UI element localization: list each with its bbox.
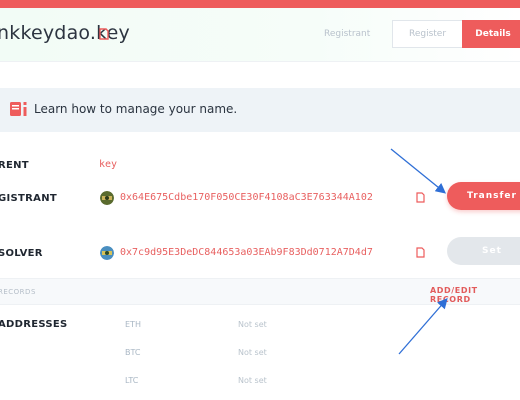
coin-value: Not set	[238, 320, 267, 329]
coin-value: Not set	[238, 348, 267, 357]
registrant-label: GISTRANT	[0, 193, 57, 204]
copy-icon[interactable]	[416, 192, 425, 203]
arrow-annotation	[390, 148, 447, 194]
transfer-button[interactable]: Transfer	[447, 182, 520, 210]
parent-value[interactable]: key	[99, 159, 117, 170]
coin-symbol: ETH	[125, 320, 141, 329]
set-button[interactable]: Set	[447, 237, 520, 265]
tab-details[interactable]: Details	[462, 20, 520, 48]
resolver-address[interactable]: 0x7c9d95E3DeDC844653a03EAb9F83Dd0712A7D4…	[120, 247, 373, 258]
addresses-label: ADDRESSES	[0, 319, 68, 330]
arrow-annotation	[398, 298, 448, 355]
copy-icon[interactable]	[416, 247, 425, 258]
coin-symbol: LTC	[125, 376, 139, 385]
tab-registrant[interactable]: Registrant	[324, 29, 370, 39]
avatar-icon	[100, 191, 114, 205]
tab-register[interactable]: Register	[392, 20, 463, 48]
coin-symbol: BTC	[125, 348, 141, 357]
resolver-label: SOLVER	[0, 248, 43, 259]
parent-label: RENT	[0, 160, 29, 171]
learn-link-text[interactable]: Learn how to manage your name.	[34, 102, 237, 116]
copy-icon[interactable]	[99, 28, 109, 40]
avatar-icon	[100, 246, 114, 260]
records-label: RECORDS	[0, 288, 36, 296]
book-icon	[10, 102, 27, 116]
registrant-address[interactable]: 0x64E675Cdbe170F050CE30F4108aC3E763344A1…	[120, 192, 373, 203]
coin-value: Not set	[238, 376, 267, 385]
domain-title: nkkeydao.key	[0, 22, 130, 44]
add-edit-record-button[interactable]: ADD/EDIT RECORD	[430, 286, 520, 304]
top-accent-bar	[0, 0, 520, 8]
